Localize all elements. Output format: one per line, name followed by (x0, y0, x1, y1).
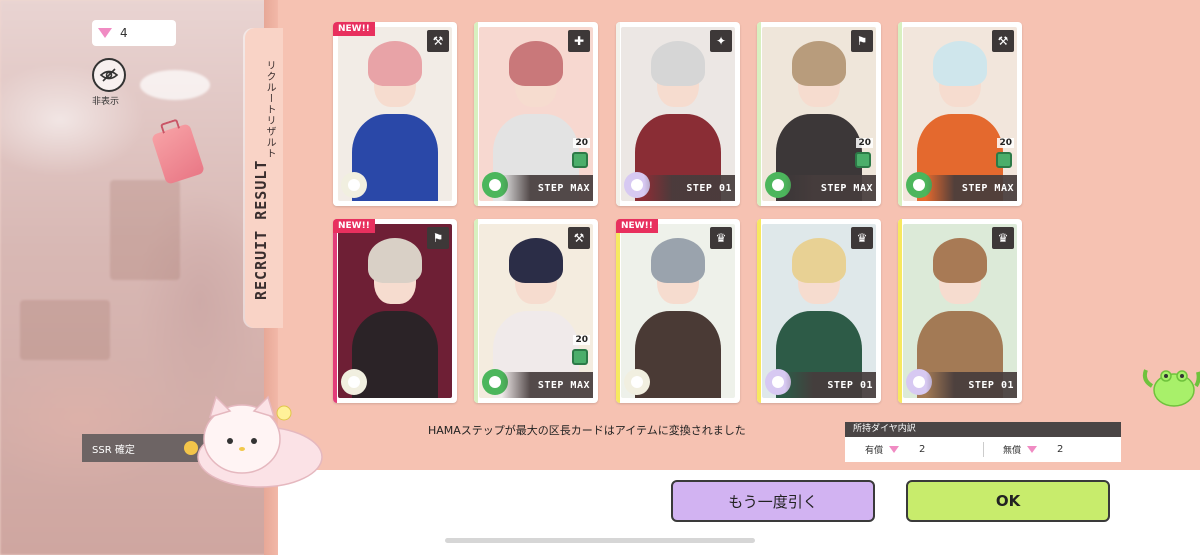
page-subtitle: リクルートリザルト (264, 60, 275, 159)
crab-icon (1142, 369, 1200, 407)
star-hand-icon: ✦ (710, 30, 732, 52)
free-label: 無償 (1003, 446, 1022, 456)
item-icon (855, 152, 871, 168)
jester-icon: ♛ (710, 227, 732, 249)
card-rarity-stripe (616, 22, 620, 206)
character-card[interactable]: ♛ STEP 01 (898, 219, 1022, 403)
mascot-icon (197, 395, 323, 488)
paid-label: 有償 (865, 446, 884, 456)
drill-icon: ⚒ (427, 30, 449, 52)
divider (983, 442, 984, 457)
ssr-guarantee-label: SSR 確定 (92, 444, 135, 456)
flag-icon: ⚑ (427, 227, 449, 249)
jester-icon: ♛ (851, 227, 873, 249)
diamond-icon (1027, 446, 1038, 453)
home-indicator (445, 538, 755, 543)
item-icon (572, 152, 588, 168)
step-label: STEP MAX (820, 183, 873, 194)
item-count: 20 (856, 138, 873, 148)
step-label: STEP MAX (537, 380, 590, 391)
new-badge: NEW!! (333, 219, 375, 233)
character-card[interactable]: ⚒ STEP MAX 20 (898, 22, 1022, 206)
new-badge: NEW!! (333, 22, 375, 36)
gem-count: 4 (120, 26, 128, 40)
character-card[interactable]: ⚒ STEP MAX 20 (474, 219, 598, 403)
card-rarity-stripe (898, 219, 902, 403)
card-element-icon (624, 369, 650, 395)
character-card[interactable]: ⚑ NEW!! (333, 219, 457, 403)
diamond-icon (98, 28, 112, 38)
converted-item: 20 (853, 138, 873, 170)
step-label: STEP 01 (827, 380, 873, 391)
converted-item: 20 (570, 138, 590, 170)
card-rarity-stripe (474, 22, 478, 206)
card-rarity-stripe (333, 22, 337, 206)
ok-button[interactable]: OK (906, 480, 1110, 522)
step-label: STEP MAX (961, 183, 1014, 194)
diamond-breakdown-header: 所持ダイヤ内訳 (845, 422, 1121, 437)
free-value: 2 (1057, 444, 1064, 455)
character-card[interactable]: ⚒ NEW!! (333, 22, 457, 206)
character-card[interactable]: ✚ STEP MAX 20 (474, 22, 598, 206)
item-count: 20 (573, 138, 590, 148)
character-card[interactable]: ♛ STEP 01 (757, 219, 881, 403)
item-count: 20 (573, 335, 590, 345)
card-rarity-stripe (898, 22, 902, 206)
flag-icon: ⚑ (851, 30, 873, 52)
item-count: 20 (997, 138, 1014, 148)
drill-icon: ⚒ (992, 30, 1014, 52)
item-icon (572, 349, 588, 365)
character-card[interactable]: ♛ NEW!! (616, 219, 740, 403)
step-label: STEP MAX (537, 183, 590, 194)
eye-off-icon (99, 68, 119, 82)
hide-ui-button[interactable] (92, 58, 126, 92)
step-label: STEP 01 (686, 183, 732, 194)
converted-item: 20 (994, 138, 1014, 170)
drill-icon: ⚒ (568, 227, 590, 249)
free-diamonds: 無償 2 (983, 443, 1121, 456)
diamond-breakdown-row: 有償 2 無償 2 (845, 437, 1121, 462)
card-element-icon (341, 172, 367, 198)
paid-value: 2 (919, 444, 926, 455)
card-element-icon (341, 369, 367, 395)
character-card[interactable]: ✦ STEP 01 (616, 22, 740, 206)
card-rarity-stripe (757, 219, 761, 403)
firstaid-icon: ✚ (568, 30, 590, 52)
card-rarity-stripe (616, 219, 620, 403)
converted-item: 20 (570, 335, 590, 367)
page-title: RECRUIT RESULT (252, 159, 270, 300)
item-icon (996, 152, 1012, 168)
recruit-again-button[interactable]: もう一度引く (671, 480, 875, 522)
character-card[interactable]: ⚑ STEP MAX 20 (757, 22, 881, 206)
conversion-notice: HAMAステップが最大の区長カードはアイテムに変換されました (428, 424, 746, 437)
paid-diamonds: 有償 2 (845, 443, 983, 456)
step-label: STEP 01 (968, 380, 1014, 391)
jester-icon: ♛ (992, 227, 1014, 249)
diamond-icon (889, 446, 900, 453)
hide-ui-label: 非表示 (92, 97, 120, 107)
card-rarity-stripe (757, 22, 761, 206)
new-badge: NEW!! (616, 219, 658, 233)
gem-counter: 4 (92, 20, 176, 46)
diamond-breakdown: 所持ダイヤ内訳 有償 2 無償 2 (845, 422, 1121, 462)
card-rarity-stripe (333, 219, 337, 403)
card-rarity-stripe (474, 219, 478, 403)
